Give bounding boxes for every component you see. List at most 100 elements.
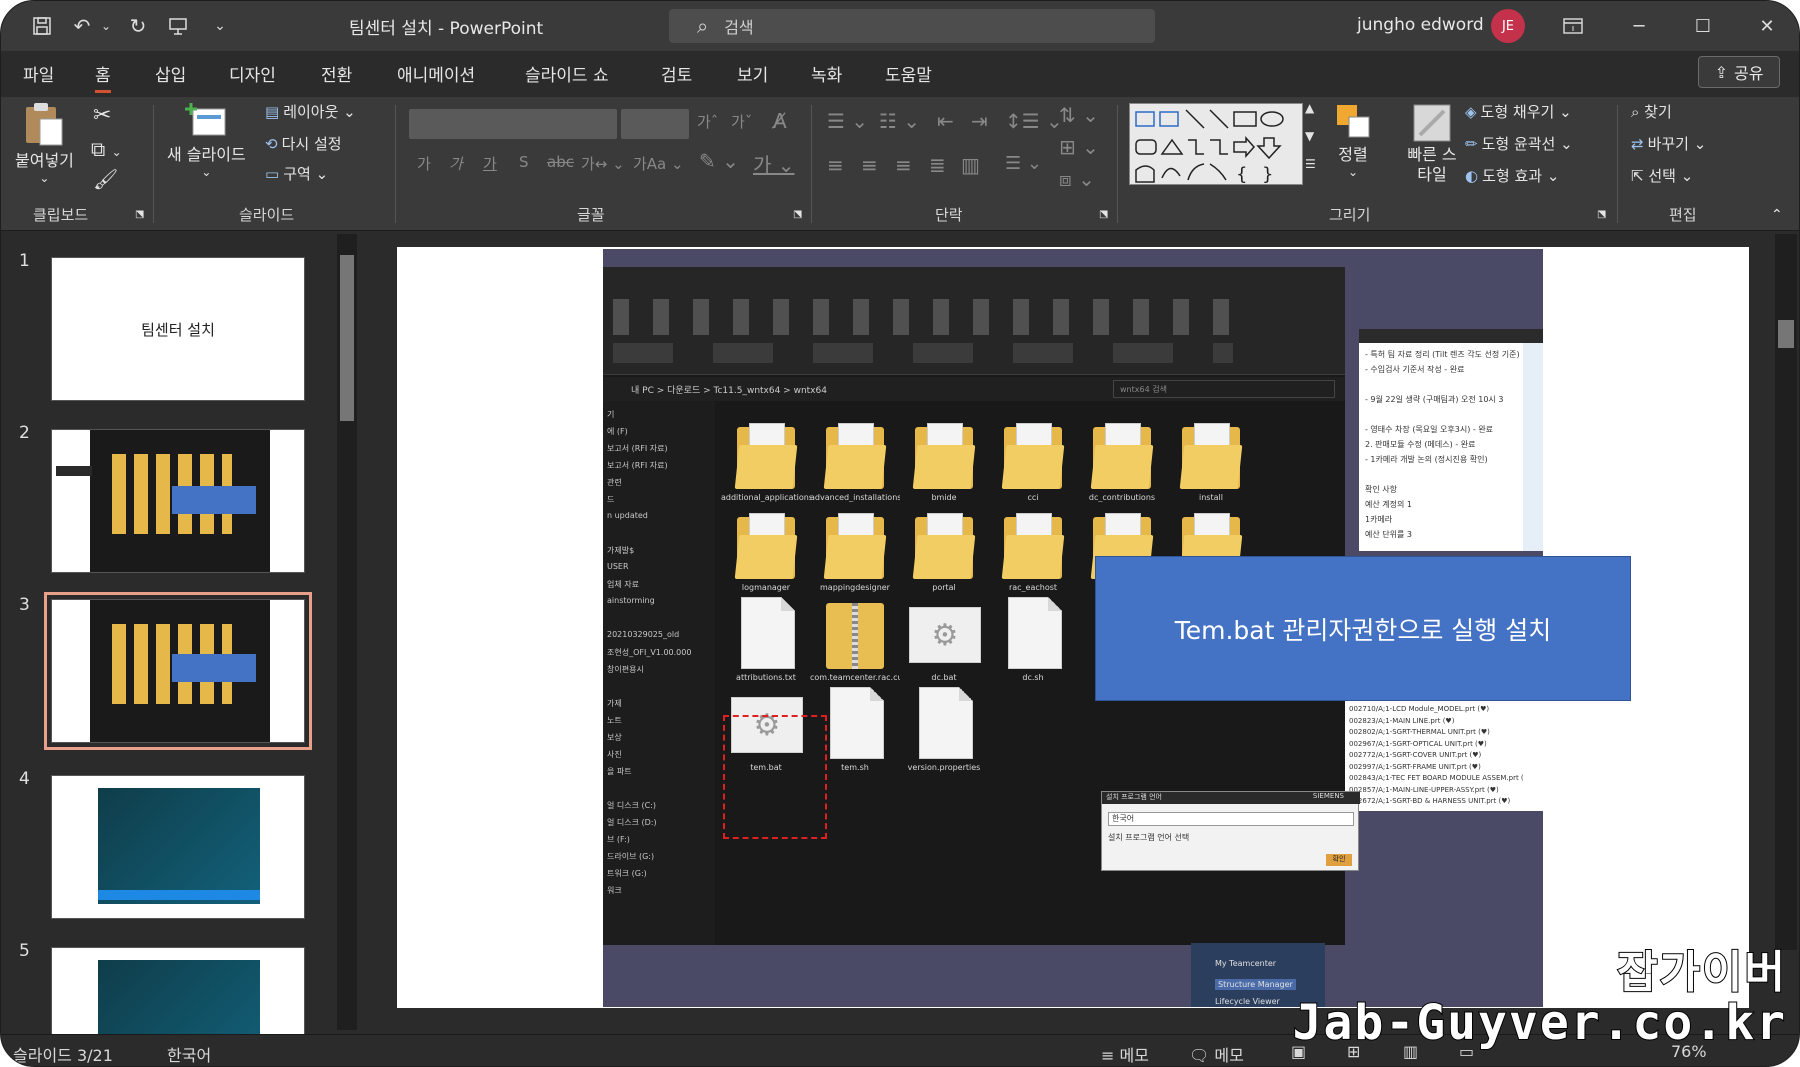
clipboard-launcher-icon[interactable]: ⬔ bbox=[135, 209, 144, 220]
dialog-language-select: 한국어 bbox=[1108, 812, 1354, 826]
folder-icon bbox=[1001, 423, 1065, 489]
tab-animations[interactable]: 애니메이션 bbox=[397, 61, 475, 86]
align-right-icon[interactable]: ≡ bbox=[895, 153, 912, 177]
shapes-scroll-up-icon[interactable]: ▲ bbox=[1305, 101, 1314, 115]
tab-review[interactable]: 검토 bbox=[661, 61, 692, 86]
shadow-icon[interactable]: S bbox=[519, 153, 529, 171]
increase-indent-icon[interactable]: ⇥ bbox=[971, 109, 988, 133]
paragraph-more-icon[interactable]: ☰ ⌄ bbox=[1005, 153, 1042, 174]
decrease-font-icon[interactable]: 가ˇ bbox=[731, 111, 752, 132]
tab-record[interactable]: 녹화 bbox=[811, 61, 842, 86]
nav-item: 20210329025_old bbox=[607, 630, 680, 639]
shapes-gallery[interactable]: {} bbox=[1129, 103, 1303, 185]
shape-fill-button[interactable]: ◈ 도형 채우기 ⌄ bbox=[1465, 101, 1572, 122]
replace-button[interactable]: ⇄ 바꾸기 ⌄ bbox=[1631, 133, 1706, 154]
slide-thumbnail-2[interactable] bbox=[51, 429, 305, 573]
quick-styles-button[interactable]: 빠른 스타일 bbox=[1397, 101, 1467, 185]
paste-label: 붙여넣기 bbox=[15, 151, 74, 170]
cursor-icon: ⇱ bbox=[1631, 167, 1649, 185]
layout-button[interactable]: ▤ 레이아웃 ⌄ bbox=[265, 101, 356, 122]
slide-thumbnail-1[interactable]: 팀센터 설치 bbox=[51, 257, 305, 401]
select-button[interactable]: ⇱ 선택 ⌄ bbox=[1631, 165, 1693, 186]
tab-design[interactable]: 디자인 bbox=[229, 61, 276, 86]
customize-toolbar-icon[interactable]: ⌄ bbox=[205, 11, 235, 41]
thumbnails-scroll-thumb[interactable] bbox=[340, 255, 354, 421]
italic-icon[interactable]: 가 bbox=[449, 153, 463, 174]
close-icon[interactable]: ✕ bbox=[1747, 9, 1787, 43]
nav-item: 을 파트 bbox=[607, 767, 632, 776]
find-button[interactable]: ⌕ 찾기 bbox=[1631, 101, 1672, 122]
powerpoint-window: ↶ ⌄ ↻ ⌄ 팀센터 설치 - PowerPoint ⌕ 검색 jungho … bbox=[0, 0, 1800, 1067]
underline-icon[interactable]: 가 bbox=[483, 153, 497, 174]
save-icon[interactable] bbox=[27, 11, 57, 41]
file-item: dc_contributions bbox=[1077, 407, 1167, 507]
shapes-scroll-down-icon[interactable]: ▼ bbox=[1305, 129, 1314, 143]
increase-font-icon[interactable]: 가ˆ bbox=[697, 111, 718, 132]
shape-effects-label: 도형 효과 bbox=[1482, 167, 1543, 185]
search-box[interactable]: ⌕ 검색 bbox=[669, 9, 1155, 43]
notes-button[interactable]: ≡ 메모 bbox=[1101, 1042, 1149, 1066]
share-button[interactable]: ⇪ 공유 bbox=[1698, 56, 1780, 88]
slide-thumbnail-4[interactable] bbox=[51, 775, 305, 919]
drawing-launcher-icon[interactable]: ⬔ bbox=[1597, 209, 1606, 220]
comments-button[interactable]: 🗨 메모 bbox=[1189, 1042, 1244, 1066]
tab-slideshow[interactable]: 슬라이드 쇼 bbox=[525, 61, 609, 86]
ribbon-display-options-icon[interactable] bbox=[1553, 9, 1593, 43]
shape-outline-button[interactable]: ✏ 도형 윤곽선 ⌄ bbox=[1465, 133, 1573, 154]
change-case-icon[interactable]: 가Aa ⌄ bbox=[633, 153, 684, 174]
minimize-icon[interactable]: ─ bbox=[1619, 9, 1659, 43]
bold-icon[interactable]: 가 bbox=[417, 153, 431, 174]
font-launcher-icon[interactable]: ⬔ bbox=[793, 209, 802, 220]
nav-item: 가제 bbox=[607, 699, 622, 708]
tem-bat-highlight bbox=[723, 715, 827, 839]
tab-view[interactable]: 보기 bbox=[737, 61, 768, 86]
font-color-icon[interactable]: 가 ⌄ bbox=[753, 149, 795, 178]
new-slide-button[interactable]: 새 슬라이드 ⌄ bbox=[167, 101, 246, 179]
columns-icon[interactable]: ▥ bbox=[961, 153, 980, 177]
shapes-more-icon[interactable]: ☰ bbox=[1305, 157, 1316, 171]
language-indicator[interactable]: 한국어 bbox=[167, 1042, 211, 1066]
section-button[interactable]: ▭ 구역 ⌄ bbox=[265, 163, 328, 184]
user-name[interactable]: jungho edword bbox=[1357, 15, 1484, 35]
doc-line: - 특허 팀 자료 정리 (Tilt 렌즈 각도 선정 기준) bbox=[1365, 350, 1520, 359]
format-painter-icon[interactable]: 🖌 bbox=[93, 167, 118, 191]
decrease-indent-icon[interactable]: ⇤ bbox=[937, 109, 954, 133]
undo-dropdown-icon[interactable]: ⌄ bbox=[91, 11, 121, 41]
maximize-icon[interactable]: ☐ bbox=[1683, 9, 1723, 43]
paste-button[interactable]: 붙여넣기 ⌄ bbox=[15, 101, 74, 185]
text-direction-icon[interactable]: ⇅ ⌄ bbox=[1059, 103, 1099, 127]
paragraph-launcher-icon[interactable]: ⬔ bbox=[1099, 209, 1108, 220]
char-spacing-icon[interactable]: 가↔ ⌄ bbox=[581, 153, 625, 174]
align-left-icon[interactable]: ≡ bbox=[827, 153, 844, 177]
slide-thumbnail-3[interactable] bbox=[44, 592, 312, 750]
copy-icon[interactable]: ⧉ ⌄ bbox=[91, 137, 122, 161]
line-spacing-icon[interactable]: ↕☰ ⌄ bbox=[1005, 109, 1063, 133]
align-text-icon[interactable]: ⊞ ⌄ bbox=[1059, 135, 1099, 159]
font-family-select[interactable] bbox=[409, 109, 617, 139]
new-slide-icon bbox=[185, 103, 226, 136]
cut-icon[interactable]: ✂ bbox=[93, 103, 111, 128]
avatar[interactable]: JE bbox=[1491, 9, 1525, 43]
callout-box[interactable]: Tem.bat 관리자권한으로 실행 설치 bbox=[1095, 556, 1631, 701]
tab-insert[interactable]: 삽입 bbox=[155, 61, 186, 86]
justify-icon[interactable]: ≣ bbox=[929, 153, 946, 177]
tab-file[interactable]: 파일 bbox=[23, 61, 54, 86]
clear-format-icon[interactable]: A̸ bbox=[773, 109, 787, 133]
tab-transitions[interactable]: 전환 bbox=[321, 61, 352, 86]
canvas-scrollbar[interactable] bbox=[1775, 234, 1797, 950]
strikethrough-icon[interactable]: abc bbox=[547, 153, 574, 171]
bullets-icon[interactable]: ☰ ⌄ bbox=[827, 109, 868, 133]
tab-help[interactable]: 도움말 bbox=[885, 61, 932, 86]
shape-effects-button[interactable]: ◐ 도형 효과 ⌄ bbox=[1465, 165, 1559, 186]
arrange-button[interactable]: 정렬 ⌄ bbox=[1333, 101, 1373, 179]
font-size-select[interactable] bbox=[621, 109, 689, 139]
slideshow-start-icon[interactable] bbox=[163, 11, 193, 41]
smartart-icon[interactable]: ⧈ ⌄ bbox=[1059, 167, 1095, 191]
reset-button[interactable]: ⟲ 다시 설정 bbox=[265, 133, 342, 154]
align-center-icon[interactable]: ≡ bbox=[861, 153, 878, 177]
numbering-icon[interactable]: ☷ ⌄ bbox=[879, 109, 920, 133]
highlight-icon[interactable]: ✎ ⌄ bbox=[699, 149, 739, 173]
redo-icon[interactable]: ↻ bbox=[123, 11, 153, 41]
tab-home[interactable]: 홈 bbox=[95, 61, 111, 93]
collapse-ribbon-icon[interactable]: ⌃ bbox=[1771, 207, 1783, 223]
